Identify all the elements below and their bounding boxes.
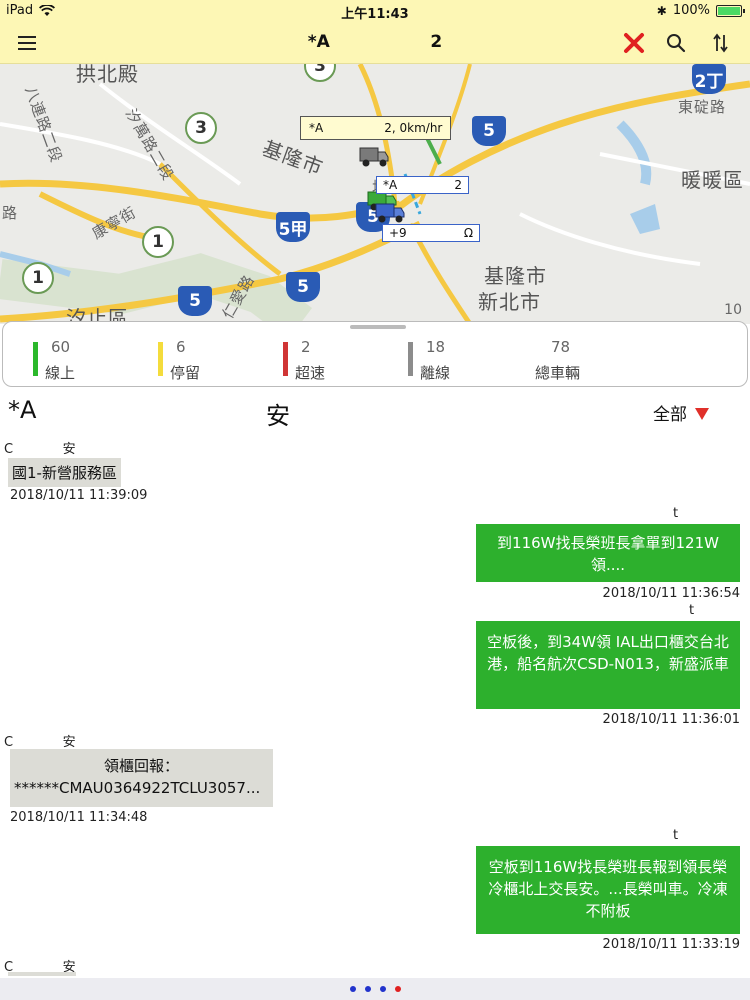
vehicle-info-callout[interactable]: *A 2, 0km/hr [300, 116, 452, 140]
message-sender: t [673, 828, 679, 843]
vehicle-label[interactable]: +9 Ω [382, 224, 481, 242]
vehicle-label[interactable]: *A 2 [376, 176, 470, 194]
message-bubble-incoming[interactable]: 國1-新營服務區 [8, 458, 121, 487]
message-time: 2018/10/11 11:39:09 [10, 488, 148, 503]
chat-title: *A [8, 396, 37, 424]
map-view[interactable]: 拱北殿 基隆市 暖暖區 汐止區 基隆市 新北市 汐萬路二段 康寧街 東碇路 八連… [0, 64, 750, 324]
message-bubble-outgoing[interactable]: 空板到116W找長榮班長報到領長榮冷櫃北上交長安。...長榮叫車。冷凍不附板 [476, 846, 740, 934]
route-marker: 1 [22, 262, 54, 294]
highway-shield: 2丁 [692, 64, 726, 94]
truck-icon[interactable] [374, 202, 406, 224]
map-label-nuannuan: 暖暖區 [681, 168, 744, 192]
map-label-new-taipei: 新北市 [478, 290, 541, 314]
map-scale-label: 10 [724, 302, 742, 318]
page-dot[interactable] [364, 986, 371, 992]
message-sender: t [673, 506, 679, 521]
battery-icon [716, 4, 745, 17]
nav-bar: *A 2 [0, 22, 750, 64]
map-label-gongbei: 拱北殿 [76, 64, 139, 86]
map-label-keelung-2: 基隆市 [484, 264, 547, 288]
filter-dropdown[interactable]: 全部 [653, 400, 709, 425]
page-indicator[interactable] [0, 978, 750, 1000]
dropdown-triangle-icon [695, 407, 709, 420]
map-label-road-6: 路 [2, 204, 19, 222]
search-button[interactable] [661, 28, 691, 58]
highway-shield: 5甲 [276, 212, 310, 242]
legend-count: 2 [301, 338, 311, 356]
legend-count: 6 [176, 338, 186, 356]
message-bubble-outgoing[interactable]: 到116W找長榮班長拿單到121W領.... [476, 524, 740, 582]
legend-label: 超速 [295, 364, 326, 382]
message-time: 2018/10/11 11:33:19 [602, 937, 740, 952]
legend-color-bar [33, 342, 38, 376]
route-marker: 1 [142, 226, 174, 258]
highway-shield: 5 [178, 286, 212, 316]
legend-count: 78 [551, 338, 571, 356]
legend-label: 停留 [170, 364, 201, 382]
legend-count: 60 [51, 338, 71, 356]
status-time: 上午11:43 [341, 7, 409, 22]
message-text-line: 領櫃回報： [103, 757, 179, 775]
legend-label: 線上 [45, 364, 76, 382]
battery-percent: 100% [672, 3, 710, 18]
page-dot[interactable] [379, 986, 386, 992]
message-bubble-incoming[interactable]: 領櫃回報： ******CMAU0364922TCLU3057... [10, 749, 273, 807]
sort-arrows-icon [713, 33, 728, 53]
sort-button[interactable] [706, 28, 736, 58]
message-bubble-incoming[interactable] [8, 972, 76, 976]
message-sender: t [689, 603, 695, 618]
truck-icon[interactable] [358, 146, 390, 168]
message-time: 2018/10/11 11:34:48 [10, 810, 148, 825]
message-bubble-outgoing[interactable]: 空板後，到34W領 IAL出口櫃交台北港，船名航次CSD-N013，新盛派車 [476, 621, 740, 709]
message-list[interactable]: C 安 國1-新營服務區 2018/10/11 11:39:09 t 到116W… [0, 432, 750, 976]
close-icon [624, 33, 644, 53]
page-dot[interactable] [349, 986, 356, 992]
bluetooth-icon: ✱ [656, 3, 667, 18]
legend-label: 離線 [420, 364, 451, 382]
legend-label: 總車輛 [535, 364, 581, 382]
message-sender: C 安 [4, 442, 76, 457]
filter-label: 全部 [653, 405, 687, 425]
chat-header: *A 安 全部 [0, 392, 750, 432]
search-icon [667, 34, 686, 53]
message-time: 2018/10/11 11:36:01 [602, 712, 740, 727]
message-sender: C 安 [4, 735, 76, 750]
drag-handle[interactable] [350, 325, 406, 329]
legend-count: 18 [426, 338, 446, 356]
highway-shield: 5 [472, 116, 506, 146]
map-label-road-3: 東碇路 [678, 98, 727, 116]
chat-title-tail: 安 [266, 402, 290, 430]
highway-shield: 5 [286, 272, 320, 302]
message-text-line: ******CMAU0364922TCLU3057... [14, 779, 261, 797]
legend-color-bar [283, 342, 288, 376]
message-time: 2018/10/11 11:36:54 [602, 586, 740, 601]
close-button[interactable] [619, 28, 649, 58]
route-marker: 3 [185, 112, 217, 144]
legend-color-bar [408, 342, 413, 376]
page-dot-active[interactable] [394, 986, 401, 992]
status-bar: iPad 上午11:43 ✱ 100% [0, 0, 750, 22]
vehicle-status-legend: 60 線上 6 停留 2 超速 18 離線 78 總車輛 [2, 321, 748, 387]
legend-color-bar [158, 342, 163, 376]
